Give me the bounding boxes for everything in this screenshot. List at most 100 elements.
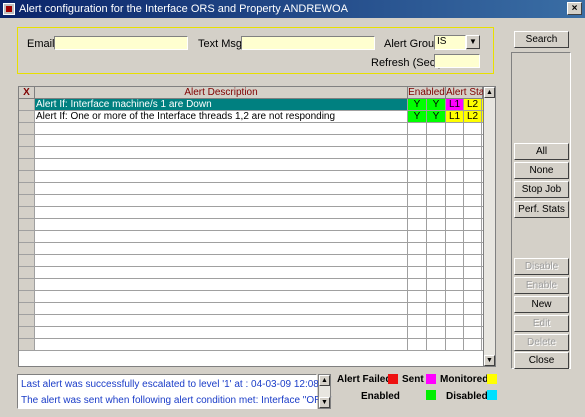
enabled-cell[interactable]: Y [427,111,446,123]
enabled-cell[interactable] [408,159,427,171]
row-selector[interactable] [19,291,35,303]
enabled-cell[interactable]: Y [427,99,446,111]
enabled-cell[interactable] [427,339,446,351]
status-l2-cell[interactable] [464,243,482,255]
status-l1-cell[interactable] [446,291,464,303]
row-selector[interactable] [19,123,35,135]
status-l1-cell[interactable] [446,171,464,183]
enabled-cell[interactable] [427,123,446,135]
table-row[interactable] [19,243,483,255]
status-l2-cell[interactable] [464,135,482,147]
status-l2-cell[interactable] [464,147,482,159]
row-selector[interactable] [19,147,35,159]
enabled-cell[interactable] [408,171,427,183]
status-l1-cell[interactable] [446,231,464,243]
row-selector[interactable] [19,135,35,147]
enabled-cell[interactable] [408,279,427,291]
status-l1-cell[interactable] [446,339,464,351]
scroll-down-icon[interactable]: ▼ [484,355,495,366]
alert-description-cell[interactable] [35,327,408,339]
status-l2-cell[interactable] [464,219,482,231]
alert-description-cell[interactable] [35,279,408,291]
delete-button[interactable]: Delete [514,334,569,351]
status-l1-cell[interactable]: L1 [446,99,464,111]
status-l1-cell[interactable] [446,207,464,219]
alert-description-cell[interactable] [35,255,408,267]
row-selector[interactable] [19,303,35,315]
enabled-cell[interactable] [427,279,446,291]
row-selector[interactable] [19,315,35,327]
enabled-cell[interactable] [427,231,446,243]
table-row[interactable] [19,303,483,315]
row-selector[interactable] [19,327,35,339]
enabled-cell[interactable] [408,303,427,315]
table-row[interactable] [19,315,483,327]
alert-description-cell[interactable]: Alert If: One or more of the Interface t… [35,111,408,123]
enabled-cell[interactable] [408,231,427,243]
status-l2-cell[interactable] [464,267,482,279]
enabled-cell[interactable] [408,195,427,207]
row-selector[interactable] [19,231,35,243]
enabled-cell[interactable] [427,207,446,219]
new-button[interactable]: New [514,296,569,313]
alert-group-select[interactable]: IS [434,35,466,50]
grid-scrollbar[interactable]: ▲ ▼ [483,86,496,367]
status-l1-cell[interactable] [446,315,464,327]
table-row[interactable] [19,183,483,195]
status-l2-cell[interactable] [464,207,482,219]
alert-description-cell[interactable]: Alert If: Interface machine/s 1 are Down [35,99,408,111]
status-l2-cell[interactable] [464,159,482,171]
enabled-cell[interactable] [427,315,446,327]
text-msg-field[interactable] [241,36,375,50]
status-l2-cell[interactable] [464,183,482,195]
enabled-cell[interactable] [427,135,446,147]
table-row[interactable] [19,147,483,159]
status-l1-cell[interactable] [446,255,464,267]
row-selector[interactable] [19,171,35,183]
row-selector[interactable] [19,255,35,267]
table-row[interactable] [19,159,483,171]
table-row[interactable] [19,339,483,351]
enabled-cell[interactable] [427,147,446,159]
alert-description-cell[interactable] [35,147,408,159]
table-row[interactable] [19,231,483,243]
enabled-cell[interactable] [408,327,427,339]
status-l2-cell[interactable]: L2 [464,111,482,123]
table-row[interactable] [19,279,483,291]
enabled-cell[interactable] [408,207,427,219]
status-l1-cell[interactable] [446,159,464,171]
row-selector[interactable] [19,219,35,231]
disable-button[interactable]: Disable [514,258,569,275]
enabled-cell[interactable] [427,255,446,267]
row-selector[interactable] [19,339,35,351]
close-button[interactable]: Close [514,352,569,369]
status-l2-cell[interactable] [464,195,482,207]
alert-description-cell[interactable] [35,135,408,147]
alert-description-cell[interactable] [35,315,408,327]
search-button[interactable]: Search [514,31,569,48]
status-l1-cell[interactable] [446,243,464,255]
table-row[interactable]: Alert If: Interface machine/s 1 are Down… [19,99,483,111]
status-l2-cell[interactable] [464,303,482,315]
none-button[interactable]: None [514,162,569,179]
table-row[interactable] [19,327,483,339]
enabled-cell[interactable] [427,159,446,171]
status-l1-cell[interactable] [446,195,464,207]
table-row[interactable] [19,219,483,231]
row-selector[interactable] [19,267,35,279]
enabled-cell[interactable] [427,327,446,339]
enabled-cell[interactable] [427,291,446,303]
enabled-cell[interactable] [427,219,446,231]
enabled-cell[interactable] [408,339,427,351]
table-row[interactable] [19,195,483,207]
alert-description-cell[interactable] [35,195,408,207]
close-window-button[interactable]: × [567,2,582,15]
alert-description-cell[interactable] [35,303,408,315]
enabled-cell[interactable] [408,291,427,303]
status-l1-cell[interactable] [446,267,464,279]
row-selector[interactable] [19,243,35,255]
table-row[interactable] [19,171,483,183]
status-l1-cell[interactable] [446,135,464,147]
status-l2-cell[interactable] [464,255,482,267]
refresh-field[interactable] [434,54,480,68]
